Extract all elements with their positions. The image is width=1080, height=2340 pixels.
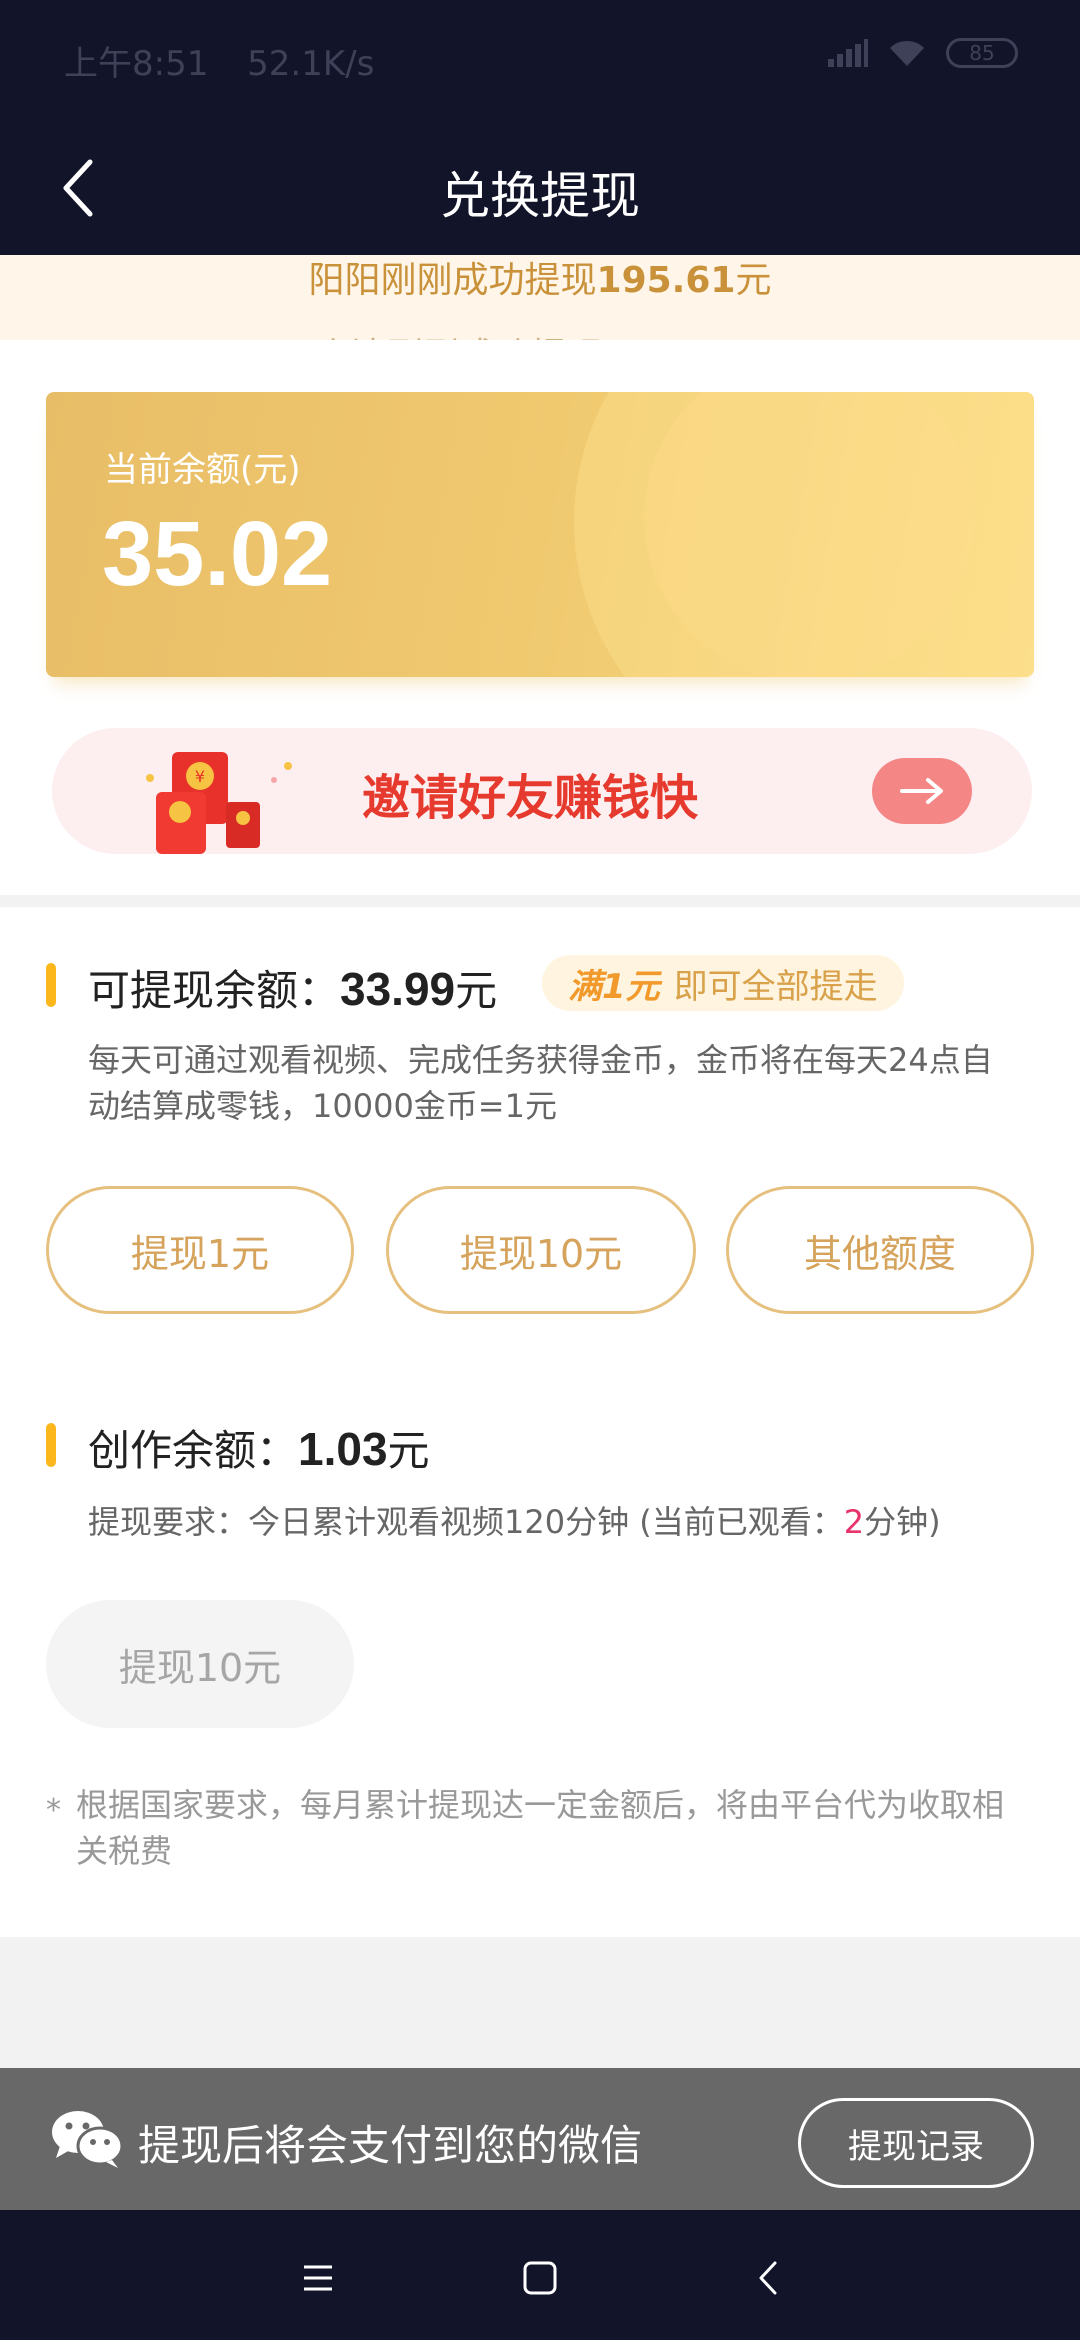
back-triangle-icon [759,2261,777,2295]
header: 兑换提现 [0,120,1080,255]
ticker-unit: 元 [735,260,772,301]
requirement-suffix: 分钟) [864,1503,941,1541]
wifi-icon [890,40,924,66]
balance-panel: 当前余额(元) 35.02 ¥ 邀请好友赚钱快 [0,340,1080,895]
menu-icon [304,2265,332,2291]
ticker-text: 阳阳刚刚成功提现 [308,260,597,301]
invite-arrow-button[interactable] [872,758,972,824]
creation-title: 创作余额：1.03元 [88,1417,430,1478]
signal-icon [828,39,868,67]
nav-back-button[interactable] [738,2248,798,2308]
page-title: 兑换提现 [440,167,640,225]
note-asterisk: * [46,1793,61,1828]
status-speed: 52.1K/s [247,44,375,84]
withdraw-1-button[interactable]: 提现1元 [46,1186,354,1314]
ticker-line-next: 小清刚刚成功提现100.00元 [0,327,1080,340]
creation-label: 创作余额： [88,1426,299,1475]
creation-withdraw-10-button[interactable]: 提现10元 [46,1600,354,1728]
badge-text: 即可全部提走 [673,966,878,1007]
home-square-icon [523,2261,557,2295]
ticker-line: 阳阳刚刚成功提现195.61元 [0,255,1080,303]
payout-text: 提现后将会支付到您的微信 [138,2121,643,2170]
withdraw-record-button[interactable]: 提现记录 [798,2098,1034,2188]
note-text: 根据国家要求，每月累计提现达一定金额后，将由平台代为收取相关税费 [76,1786,1005,1870]
svg-text:¥: ¥ [195,767,205,786]
withdrawable-amount: 33.99 [340,963,456,1015]
wechat-icon [52,2111,124,2168]
withdrawable-unit: 元 [455,966,498,1015]
creation-requirement: 提现要求：今日累计观看视频120分钟 (当前已观看：2分钟) [88,1499,1018,1545]
status-left: 上午8:51 52.1K/s [64,36,374,85]
balance-value: 35.02 [102,503,333,605]
withdrawable-description: 每天可通过观看视频、完成任务获得金币，金币将在每天24点自动结算成零钱，1000… [88,1041,993,1125]
withdraw-ticker: 阳阳刚刚成功提现195.61元 小清刚刚成功提现100.00元 [0,255,1080,340]
section-marker [46,1423,56,1467]
withdraw-10-button[interactable]: 提现10元 [386,1186,696,1314]
creation-amount: 1.03 [298,1423,388,1475]
status-bar: 上午8:51 52.1K/s 85 [0,0,1080,120]
requirement-text: 提现要求：今日累计观看视频120分钟 (当前已观看： [88,1503,844,1541]
status-right: 85 [828,38,1018,68]
balance-label: 当前余额(元) [104,450,301,490]
battery-icon: 85 [946,38,1018,68]
invite-text: 邀请好友赚钱快 [362,770,699,826]
status-time: 上午8:51 [64,44,209,84]
ticker-amount: 195.61 [596,260,736,301]
watched-minutes: 2 [843,1503,865,1541]
arrow-right-icon [900,778,943,804]
full-withdraw-badge: 满1元 即可全部提走 [542,955,904,1011]
menu-button[interactable] [288,2248,348,2308]
wechat-payout-bar: 提现后将会支付到您的微信 提现记录 [0,2068,1080,2210]
badge-highlight: 满1元 [568,966,660,1007]
invite-friends-banner[interactable]: ¥ 邀请好友赚钱快 [52,728,1032,854]
red-envelope-icon: ¥ [146,752,292,854]
other-amount-button[interactable]: 其他额度 [726,1186,1034,1314]
creation-unit: 元 [387,1426,430,1475]
withdrawable-label: 可提现余额： [88,966,341,1015]
withdrawable-title: 可提现余额：33.99元 [88,957,497,1018]
withdraw-panel: 可提现余额：33.99元 满1元 即可全部提走 每天可通过观看视频、完成任务获得… [0,907,1080,1937]
home-button[interactable] [510,2248,570,2308]
card-decoration [644,392,974,677]
tax-note: * 根据国家要求，每月累计提现达一定金额后，将由平台代为收取相关税费 [46,1782,1006,1874]
section-marker [46,963,56,1007]
system-navbar [0,2210,1080,2340]
balance-card: 当前余额(元) 35.02 [46,392,1034,677]
